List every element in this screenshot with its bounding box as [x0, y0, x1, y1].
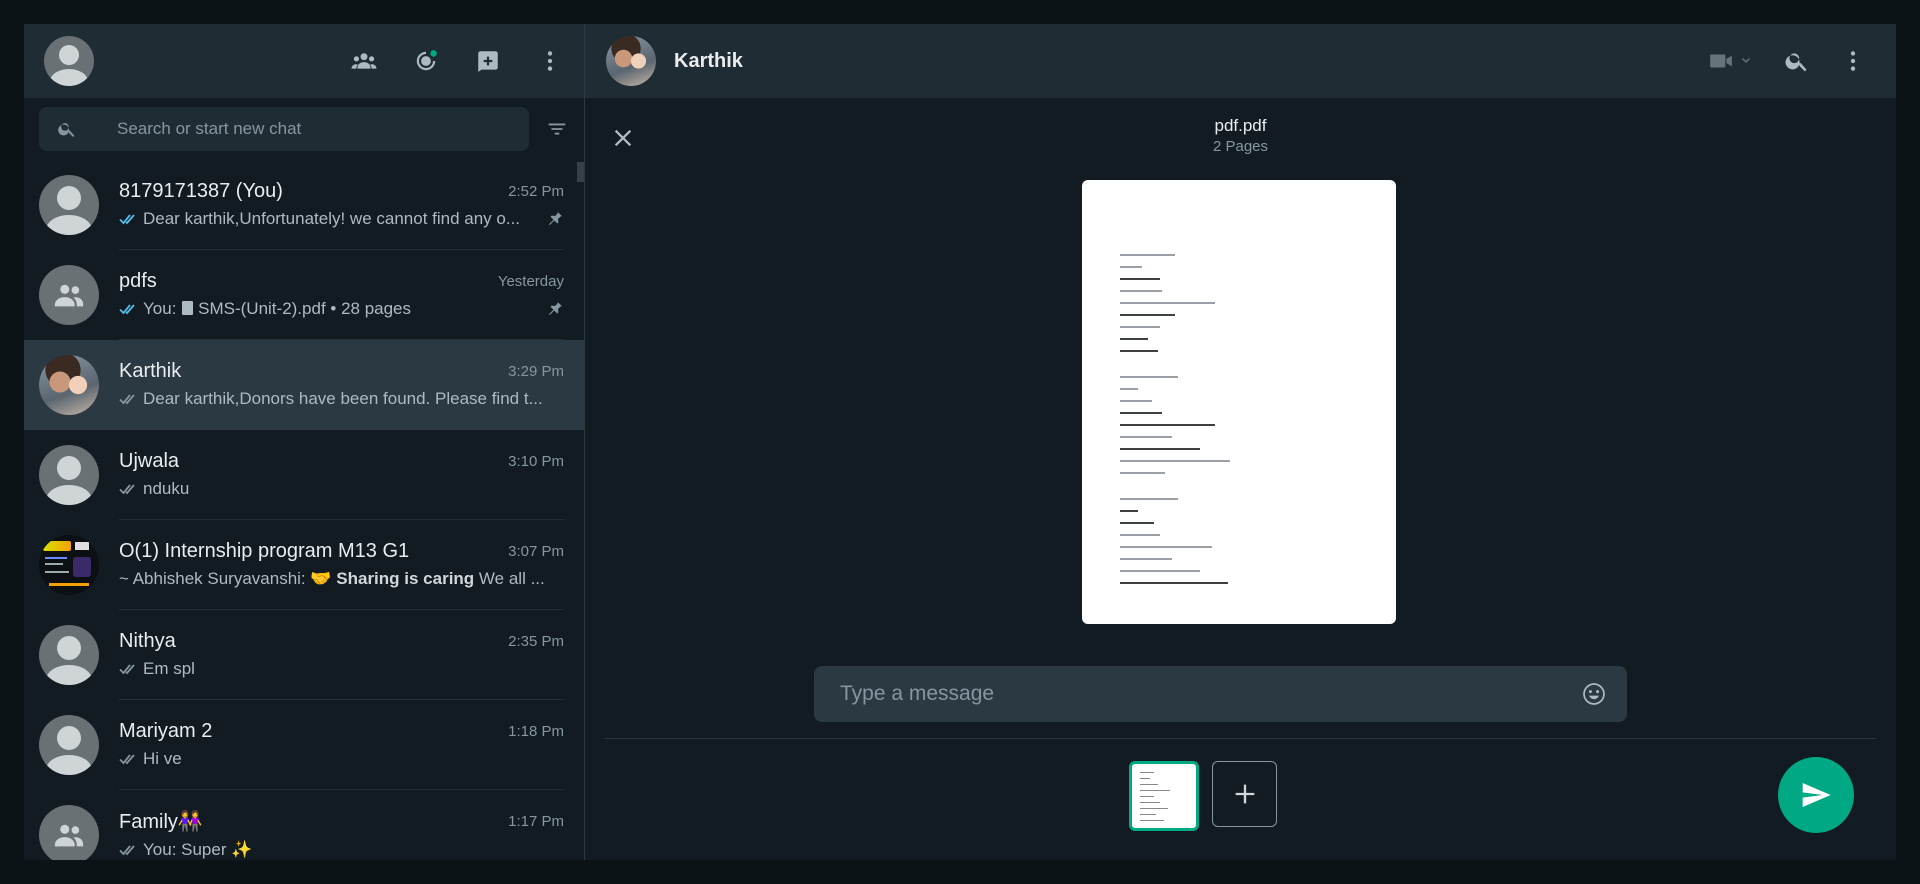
left-header [24, 24, 584, 98]
delivered-ticks-icon [119, 482, 141, 496]
menu-icon[interactable] [1840, 48, 1866, 74]
chevron-down-icon [1742, 58, 1750, 63]
chat-name: Ujwala [119, 450, 180, 472]
chat-preview: Em spl [143, 659, 195, 678]
send-icon [1802, 783, 1831, 807]
chat-name: 8179171387 (You) [119, 180, 283, 202]
read-ticks-icon [119, 302, 141, 316]
chat-item-ujwala[interactable]: Ujwala 3:10 Pm nduku [24, 430, 584, 520]
group-avatar [39, 265, 99, 325]
profile-avatar[interactable] [44, 36, 94, 86]
divider [605, 738, 1876, 739]
chat-name: Family👭 [119, 811, 203, 833]
chat-list: 8179171387 (You) 2:52 Pm Dear karthik,Un… [24, 160, 584, 860]
page-count: 2 Pages [1212, 138, 1269, 155]
chat-preview: You: SMS-(Unit-2).pdf • 28 pages [143, 299, 412, 318]
avatar [39, 445, 99, 505]
read-ticks-icon [119, 212, 141, 226]
chat-time: 3:10 Pm [508, 453, 564, 470]
delivered-ticks-icon [119, 843, 141, 857]
communities-icon[interactable] [344, 41, 384, 81]
chat-preview: Hi ve [143, 749, 182, 768]
chat-preview: nduku [143, 479, 190, 498]
search-row [24, 98, 584, 160]
document-icon [182, 301, 194, 315]
chat-time: 2:35 Pm [508, 633, 564, 650]
conversation-pane: Karthik pdf.pdf 2 Pages [585, 24, 1896, 860]
chat-name: Karthik [119, 360, 182, 382]
chat-preview: Dear karthik,Unfortunately! we cannot fi… [143, 209, 521, 228]
chat-name: O(1) Internship program M13 G1 [119, 540, 410, 562]
chat-item-internship[interactable]: O(1) Internship program M13 G1 3:07 Pm ~… [24, 520, 584, 610]
chat-time: 2:52 Pm [508, 183, 564, 200]
search-input[interactable] [117, 119, 517, 139]
pin-icon [546, 210, 564, 228]
chat-item-pdfs[interactable]: pdfs Yesterday You: SMS-(Unit-2).pdf • 2… [24, 250, 584, 340]
delivered-ticks-icon [119, 392, 141, 406]
chat-time: Yesterday [497, 273, 564, 290]
delivered-ticks-icon [119, 752, 141, 766]
document-thumbnail[interactable] [1129, 761, 1199, 831]
plus-icon [1235, 784, 1254, 804]
chat-item-karthik[interactable]: Karthik 3:29 Pm Dear karthik,Donors have… [24, 340, 584, 430]
chat-preview: ~ Abhishek Suryavanshi: 🤝 Sharing is car… [119, 569, 545, 588]
chat-preview: Dear karthik,Donors have been found. Ple… [143, 389, 543, 408]
search-icon [58, 123, 75, 137]
chat-item-mariyam[interactable]: Mariyam 2 1:18 Pm Hi ve [24, 700, 584, 790]
chat-item-you[interactable]: 8179171387 (You) 2:52 Pm Dear karthik,Un… [24, 160, 584, 250]
add-file-button[interactable] [1212, 761, 1277, 827]
contact-name[interactable]: Karthik [674, 50, 743, 73]
contact-photo [39, 355, 99, 415]
whatsapp-window: 8179171387 (You) 2:52 Pm Dear karthik,Un… [24, 24, 1896, 860]
chat-name: Nithya [119, 630, 176, 652]
status-icon[interactable] [406, 41, 446, 81]
chat-item-family[interactable]: Family👭 1:17 Pm You: Super ✨ [24, 790, 584, 860]
search-box[interactable] [39, 107, 529, 151]
new-chat-icon[interactable] [468, 41, 508, 81]
chat-name: Mariyam 2 [119, 720, 213, 742]
avatar [39, 625, 99, 685]
contact-photo[interactable] [606, 36, 656, 86]
search-icon[interactable] [1784, 48, 1810, 74]
avatar [39, 715, 99, 775]
chat-list-pane: 8179171387 (You) 2:52 Pm Dear karthik,Un… [24, 24, 585, 860]
file-name: pdf.pdf [1214, 116, 1267, 135]
send-button[interactable] [1778, 757, 1854, 833]
filter-icon[interactable] [543, 114, 572, 144]
group-photo [39, 535, 99, 595]
avatar [39, 175, 99, 235]
message-input[interactable] [840, 682, 1581, 706]
document-page-preview [1082, 180, 1396, 624]
conversation-header[interactable]: Karthik [585, 24, 1896, 98]
chat-time: 1:18 Pm [508, 723, 564, 740]
video-call-button[interactable] [1708, 48, 1754, 74]
video-icon [1710, 54, 1732, 68]
document-preview-area: pdf.pdf 2 Pages [585, 98, 1896, 860]
caption-box[interactable] [814, 666, 1627, 722]
group-avatar [39, 805, 99, 860]
emoji-icon[interactable] [1581, 681, 1607, 707]
chat-time: 3:07 Pm [508, 543, 564, 560]
menu-icon[interactable] [530, 41, 570, 81]
chat-time: 3:29 Pm [508, 363, 564, 380]
chat-preview: You: Super ✨ [143, 840, 253, 859]
pin-icon [546, 300, 564, 318]
delivered-ticks-icon [119, 662, 141, 676]
chat-time: 1:17 Pm [508, 813, 564, 830]
chat-name: pdfs [119, 270, 157, 292]
chat-item-nithya[interactable]: Nithya 2:35 Pm Em spl [24, 610, 584, 700]
